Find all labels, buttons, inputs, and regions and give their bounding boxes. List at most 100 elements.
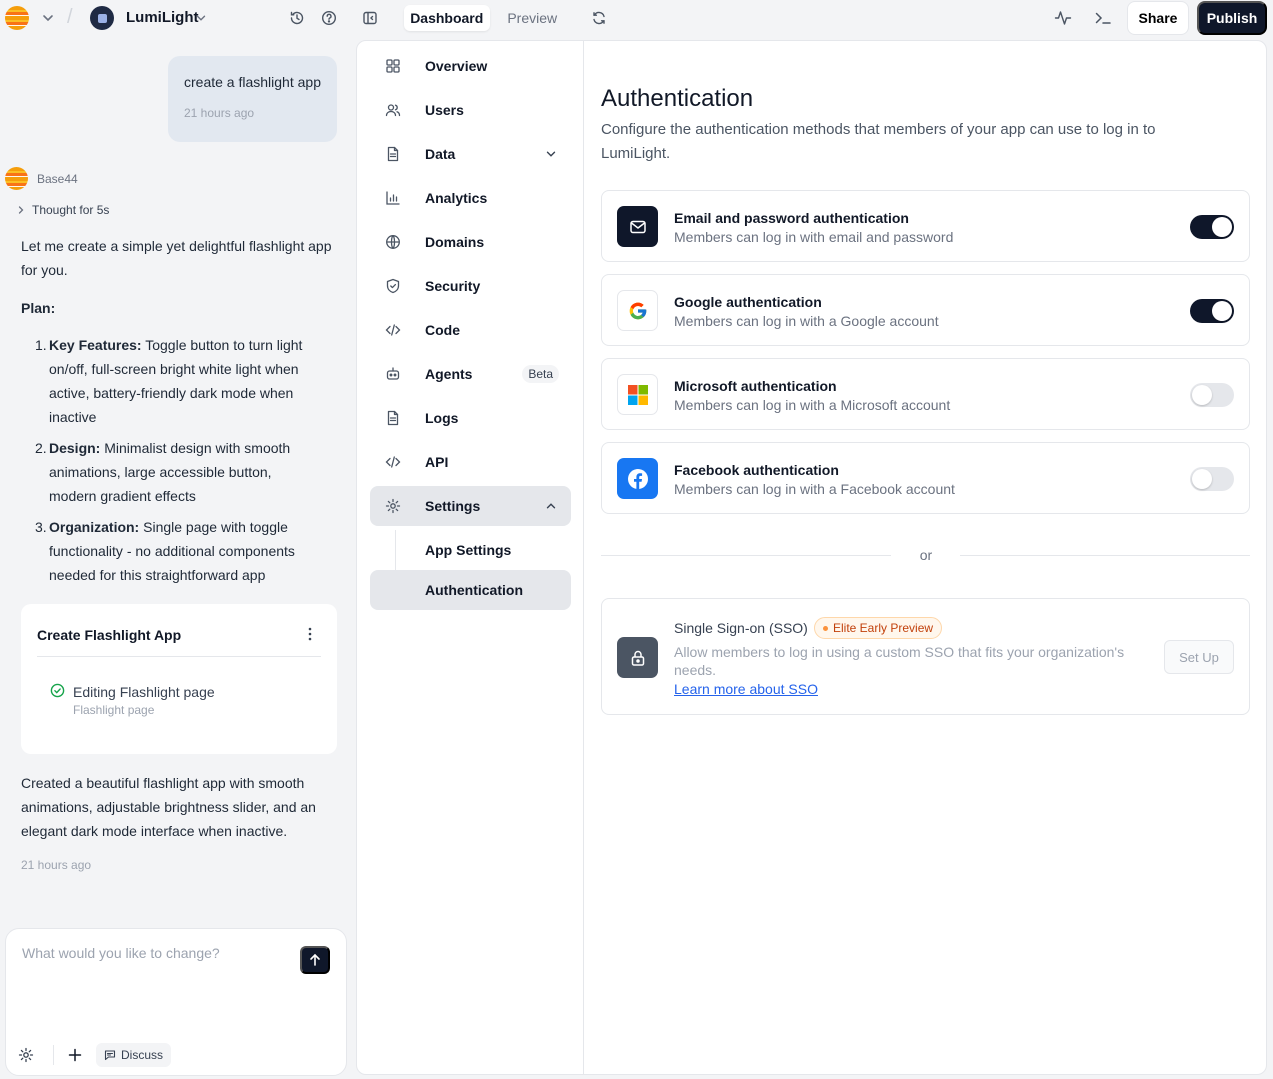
nav-label: Logs [425, 410, 459, 426]
main-panel: Overview Users Data Analytics Domains Se… [356, 40, 1267, 1075]
nav-item-agents[interactable]: Agents Beta [370, 354, 571, 394]
message-square-icon [104, 1050, 116, 1061]
facebook-auth-toggle[interactable] [1190, 467, 1234, 491]
nav-item-data[interactable]: Data [370, 134, 571, 174]
task-step: Editing Flashlight page [73, 684, 215, 700]
bar-chart-icon [385, 190, 401, 206]
nav-item-authentication[interactable]: Authentication [370, 570, 571, 610]
app-avatar [90, 6, 114, 30]
nav-item-settings[interactable]: Settings [370, 486, 571, 526]
learn-more-sso-link[interactable]: Learn more about SSO [674, 681, 818, 697]
nav-item-logs[interactable]: Logs [370, 398, 571, 438]
nav-label: Authentication [425, 582, 523, 598]
gear-icon [385, 498, 401, 514]
thought-toggle[interactable]: Thought for 5s [16, 203, 109, 217]
activity-icon[interactable] [1054, 9, 1072, 27]
beta-badge: Beta [522, 365, 559, 383]
publish-button[interactable]: Publish [1197, 1, 1267, 35]
chat-panel: create a flashlight app 21 hours ago Bas… [0, 40, 352, 1079]
nav-label: API [425, 454, 449, 470]
discuss-button[interactable]: Discuss [96, 1043, 172, 1067]
list-item-title: Design: [49, 440, 101, 456]
lock-icon [617, 637, 658, 678]
nav-label: Code [425, 322, 460, 338]
chevron-down-icon[interactable] [40, 10, 56, 26]
badge-label: Elite Early Preview [833, 621, 934, 635]
history-icon[interactable] [288, 9, 306, 27]
file-text-icon [385, 410, 401, 426]
task-card: Create Flashlight App Editing Flashlight… [21, 604, 337, 754]
nav-item-users[interactable]: Users [370, 90, 571, 130]
nav-item-code[interactable]: Code [370, 310, 571, 350]
nav-label: Security [425, 278, 481, 294]
top-bar: / LumiLight Dashboard Preview Share Publ… [0, 0, 1273, 36]
sso-card: Single Sign-on (SSO) Elite Early Preview… [601, 598, 1250, 715]
elite-preview-badge: Elite Early Preview [814, 617, 943, 639]
nav-label: Data [425, 146, 456, 162]
microsoft-auth-toggle[interactable] [1190, 383, 1234, 407]
bot-summary: Created a beautiful flashlight app with … [21, 775, 316, 839]
chevron-up-icon [544, 499, 558, 513]
sidebar-toggle-icon[interactable] [361, 9, 379, 27]
nav-label: Analytics [425, 190, 488, 206]
gear-icon[interactable] [18, 1047, 34, 1063]
facebook-icon [617, 458, 658, 499]
globe-icon [385, 234, 401, 250]
more-vertical-icon[interactable] [303, 626, 317, 642]
plus-icon[interactable] [67, 1047, 83, 1063]
user-message-text: create a flashlight app [184, 74, 321, 90]
tab-preview[interactable]: Preview [490, 5, 576, 31]
nav-label: Overview [425, 58, 488, 74]
auth-method-subtitle: Members can log in with email and passwo… [674, 229, 954, 245]
auth-method-facebook: Facebook authentication Members can log … [601, 442, 1250, 514]
set-up-button[interactable]: Set Up [1164, 640, 1234, 674]
list-number: 3. [35, 519, 47, 535]
or-divider: or [601, 547, 1250, 563]
page-title: Authentication [601, 85, 754, 112]
nav-item-api[interactable]: API [370, 442, 571, 482]
divider [37, 656, 321, 657]
nav-item-domains[interactable]: Domains [370, 222, 571, 262]
refresh-icon[interactable] [590, 9, 608, 27]
microsoft-icon [617, 374, 658, 415]
auth-method-subtitle: Members can log in with a Google account [674, 313, 939, 329]
or-label: or [919, 547, 933, 563]
share-button[interactable]: Share [1127, 1, 1189, 35]
chevron-right-icon [18, 206, 24, 214]
divider [960, 555, 1250, 556]
nav-label: Users [425, 102, 464, 118]
email-auth-toggle[interactable] [1190, 215, 1234, 239]
auth-method-title: Google authentication [674, 294, 822, 310]
app-name[interactable]: LumiLight [126, 9, 198, 26]
bot-header: Base44 [5, 167, 78, 190]
arrow-up-icon [310, 953, 320, 966]
nav-item-overview[interactable]: Overview [370, 46, 571, 86]
thought-label: Thought for 5s [32, 203, 110, 217]
base44-logo-icon[interactable] [5, 6, 29, 30]
terminal-icon[interactable] [1094, 9, 1112, 27]
help-icon[interactable] [320, 9, 338, 27]
auth-method-title: Facebook authentication [674, 462, 839, 478]
google-auth-toggle[interactable] [1190, 299, 1234, 323]
plan-list: 1. Key Features: Toggle button to turn l… [21, 333, 321, 594]
nav-item-security[interactable]: Security [370, 266, 571, 306]
code-icon [385, 322, 401, 338]
auth-method-email: Email and password authentication Member… [601, 190, 1250, 262]
code-icon [385, 454, 401, 470]
view-switcher: Dashboard Preview [402, 3, 577, 33]
tab-dashboard[interactable]: Dashboard [404, 5, 490, 31]
send-button[interactable] [300, 946, 330, 974]
chevron-down-icon [544, 147, 558, 161]
divider [53, 1045, 54, 1065]
app-chevron-down-icon[interactable] [194, 11, 208, 25]
shield-icon [385, 278, 401, 294]
settings-nav: Overview Users Data Analytics Domains Se… [357, 41, 584, 1074]
nav-label: Settings [425, 498, 481, 514]
user-message: create a flashlight app 21 hours ago [168, 56, 337, 142]
bot-name: Base44 [37, 171, 78, 186]
message-input[interactable] [22, 945, 282, 961]
nav-item-app-settings[interactable]: App Settings [370, 530, 571, 570]
nav-item-analytics[interactable]: Analytics [370, 178, 571, 218]
page-description: Configure the authentication methods tha… [601, 121, 1156, 162]
list-item: 3. Organization: Single page with toggle… [21, 515, 321, 587]
